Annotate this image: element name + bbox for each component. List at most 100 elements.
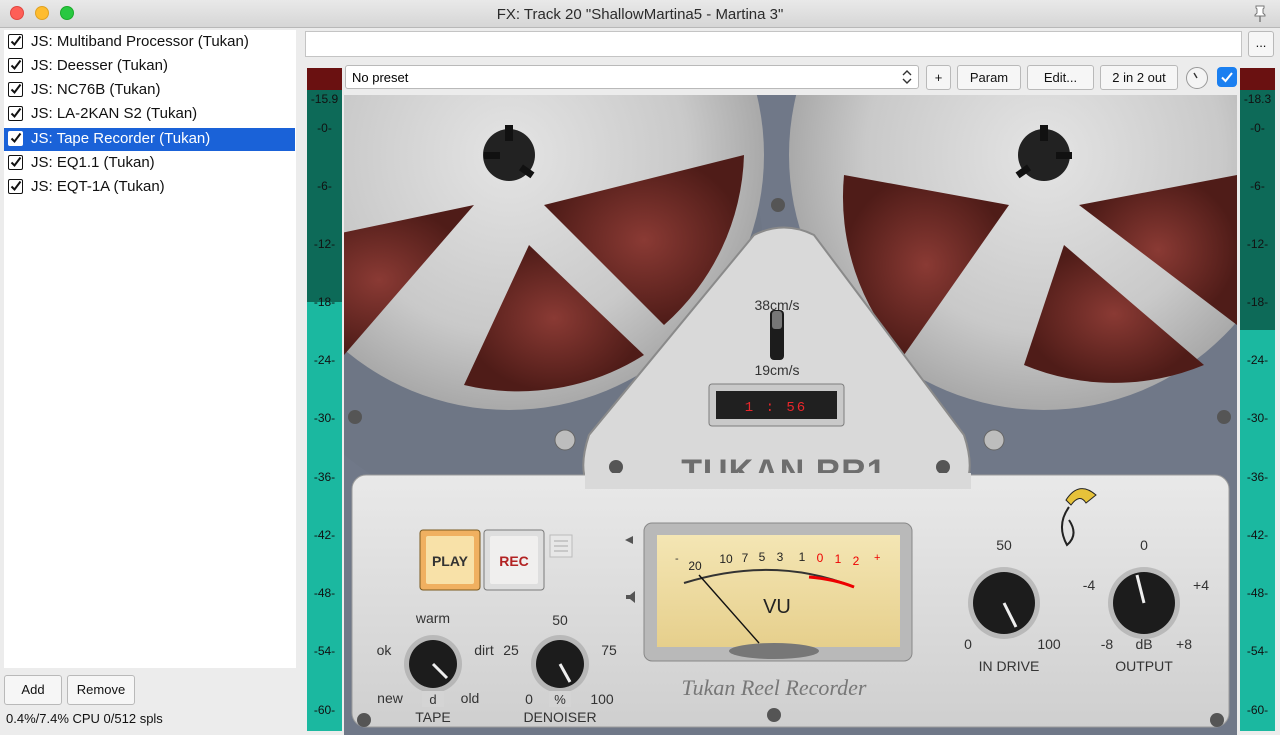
param-button[interactable]: Param <box>957 65 1021 90</box>
meter-tick: -30- <box>1246 411 1269 425</box>
fx-item-label: JS: Tape Recorder (Tukan) <box>31 130 211 147</box>
add-preset-button[interactable]: + <box>926 65 951 90</box>
edit-button[interactable]: Edit... <box>1027 65 1094 90</box>
tape-top-label: warm <box>415 610 450 626</box>
tape-recorder-plugin: 38cm/s 19cm/s 1 : 56 TUKAN RR1 PLAY REC … <box>344 95 1237 735</box>
rec-button[interactable]: REC <box>483 529 545 591</box>
denoiser-max-label: 100 <box>590 691 614 707</box>
meter-tick: -6- <box>1250 179 1265 193</box>
fx-item-nc76b[interactable]: JS: NC76B (Tukan) <box>4 79 295 102</box>
wet-knob[interactable] <box>1186 67 1208 89</box>
vu-minus-label: - <box>675 553 679 565</box>
plugin-artwork: 38cm/s 19cm/s 1 : 56 TUKAN RR1 PLAY REC … <box>344 95 1237 735</box>
fx-bypass-checkbox[interactable] <box>1217 67 1237 87</box>
in-drive-knob[interactable] <box>968 567 1040 639</box>
play-button[interactable]: PLAY <box>419 529 481 591</box>
meter-tick: -48- <box>1246 586 1269 600</box>
tape-knob[interactable] <box>404 635 462 693</box>
fx-item-label: JS: EQT-1A (Tukan) <box>31 178 165 195</box>
cpu-status: 0.4%/7.4% CPU 0/512 spls <box>6 711 163 726</box>
add-fx-button[interactable]: Add <box>4 675 62 705</box>
fx-item-eqt1a[interactable]: JS: EQT-1A (Tukan) <box>4 176 295 199</box>
fx-name-field[interactable] <box>305 31 1242 57</box>
denoiser-center-label: % <box>554 692 566 707</box>
denoiser-left-value: 25 <box>503 642 519 658</box>
meter-tick: -54- <box>313 644 336 658</box>
denoiser-min-label: 0 <box>525 691 533 707</box>
tape-center-label: d <box>429 692 436 707</box>
footer-script: Tukan Reel Recorder <box>682 675 867 700</box>
meter-tick: -42- <box>1246 528 1269 542</box>
meter-tick: -24- <box>313 353 336 367</box>
fx-item-la2kan[interactable]: JS: LA-2KAN S2 (Tukan) <box>4 103 295 126</box>
vu-tick-3: 3 <box>777 550 784 564</box>
tape-bottom-left-label: new <box>377 690 404 706</box>
window-title: FX: Track 20 "ShallowMartina5 - Martina … <box>496 6 784 23</box>
tape-bottom-right-label: old <box>461 690 480 706</box>
preset-select[interactable]: No preset <box>345 65 919 89</box>
vu-tick-7: 7 <box>742 551 749 565</box>
speed-low-label: 19cm/s <box>754 362 799 378</box>
fx-window: FX: Track 20 "ShallowMartina5 - Martina … <box>0 0 1280 735</box>
peak-readout: -18.3 <box>1243 92 1272 106</box>
fx-enable-checkbox[interactable] <box>8 34 23 49</box>
in-drive-min-label: 0 <box>964 636 972 652</box>
output-max-label: +8 <box>1176 636 1192 652</box>
menu-lines-icon[interactable] <box>549 534 573 558</box>
check-icon <box>1221 72 1233 83</box>
output-knob[interactable] <box>1108 567 1180 639</box>
io-routing-button[interactable]: 2 in 2 out <box>1100 65 1178 90</box>
fx-enable-checkbox[interactable] <box>8 155 23 170</box>
fx-enable-checkbox[interactable] <box>8 106 23 121</box>
rec-label: REC <box>499 553 529 569</box>
fx-item-deesser[interactable]: JS: Deesser (Tukan) <box>4 55 295 78</box>
fx-enable-checkbox[interactable] <box>8 82 23 97</box>
in-drive-top-label: 50 <box>996 537 1012 553</box>
in-drive-max-label: 100 <box>1037 636 1061 652</box>
denoiser-top-label: 50 <box>552 612 568 628</box>
meter-tick: -48- <box>313 586 336 600</box>
vu-meter <box>643 522 913 662</box>
tape-label: TAPE <box>415 709 451 725</box>
fx-enable-checkbox[interactable] <box>8 58 23 73</box>
fx-item-multiband[interactable]: JS: Multiband Processor (Tukan) <box>4 31 295 54</box>
vu-tick-10: 10 <box>719 552 733 566</box>
meter-tick: -12- <box>313 237 336 251</box>
meter-tick: -54- <box>1246 644 1269 658</box>
output-top-label: 0 <box>1140 537 1148 553</box>
vu-plus-label: + <box>874 552 880 564</box>
meter-tick: -12- <box>1246 237 1269 251</box>
output-meter: -18.3 -0- -6- -12- -18- -24- -30- -36- -… <box>1240 68 1275 731</box>
clip-indicator <box>307 68 342 90</box>
meter-tick: -60- <box>1246 703 1269 717</box>
tape-right-label: dirt <box>474 642 494 658</box>
fx-enable-checkbox[interactable] <box>8 179 23 194</box>
meter-tick: -0- <box>317 121 332 135</box>
fx-item-label: JS: NC76B (Tukan) <box>31 81 161 98</box>
vu-tick-5: 5 <box>759 550 766 564</box>
knob-indicator-icon <box>1193 72 1198 79</box>
fx-enable-checkbox[interactable] <box>8 131 23 146</box>
vu-tick-p2: 2 <box>853 554 860 568</box>
meter-tick: -36- <box>313 470 336 484</box>
meter-tick: -60- <box>313 703 336 717</box>
denoiser-right-value: 75 <box>601 642 617 658</box>
remove-fx-button[interactable]: Remove <box>67 675 135 705</box>
meter-tick: -6- <box>317 179 332 193</box>
output-min-label: -8 <box>1101 636 1114 652</box>
input-meter: -15.9 -0- -6- -12- -18- -24- -30- -36- -… <box>307 68 342 731</box>
fx-item-eq11[interactable]: JS: EQ1.1 (Tukan) <box>4 152 295 175</box>
output-right-label: +4 <box>1193 577 1209 593</box>
output-center-label: dB <box>1135 636 1152 652</box>
meter-tick: -18- <box>1246 295 1269 309</box>
fx-item-label: JS: LA-2KAN S2 (Tukan) <box>31 105 198 122</box>
denoiser-knob[interactable] <box>531 635 589 693</box>
peak-readout: -15.9 <box>310 92 339 106</box>
more-options-button[interactable]: ... <box>1248 31 1274 57</box>
fx-item-tape-recorder[interactable]: JS: Tape Recorder (Tukan) <box>4 128 295 151</box>
fx-chain-list[interactable]: JS: Multiband Processor (Tukan) JS: Dees… <box>4 30 296 668</box>
denoiser-label: DENOISER <box>523 709 596 725</box>
output-left-label: -4 <box>1083 577 1096 593</box>
pin-icon[interactable] <box>1250 3 1270 23</box>
fx-item-label: JS: Multiband Processor (Tukan) <box>31 33 249 50</box>
